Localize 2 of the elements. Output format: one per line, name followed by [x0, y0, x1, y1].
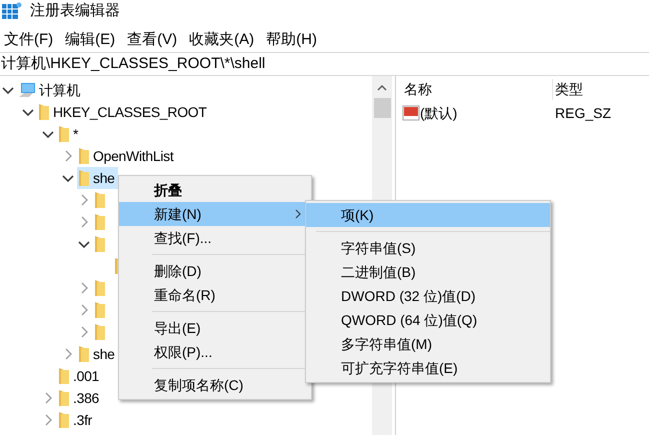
value-type: REG_SZ: [554, 104, 612, 123]
window-title: 注册表编辑器: [30, 0, 120, 21]
